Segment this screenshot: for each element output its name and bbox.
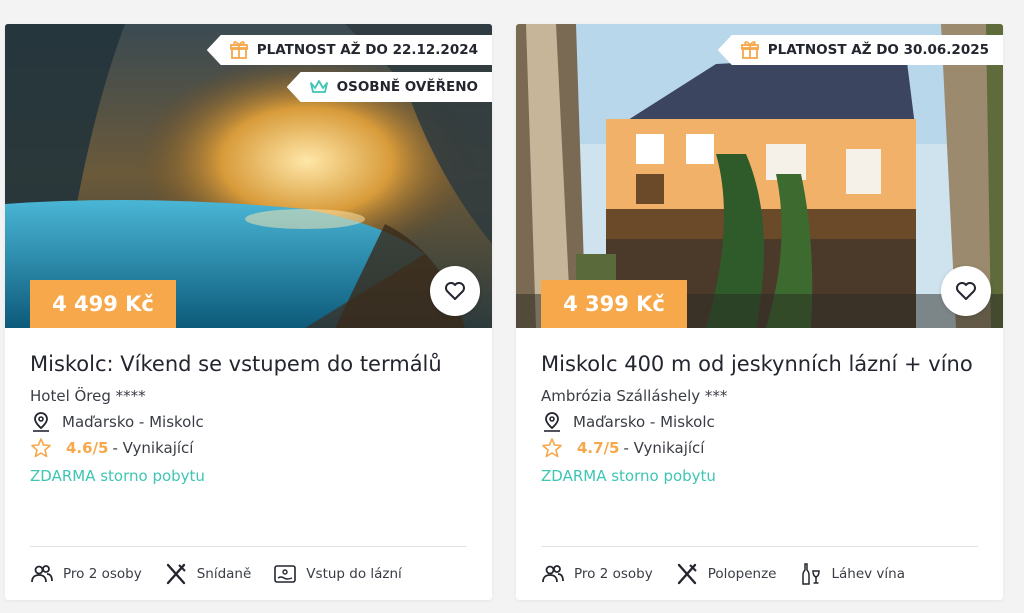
offers-grid: PLATNOST AŽ DO 22.12.2024 OSOBNĚ OVĚŘENO…	[0, 0, 1024, 613]
feature-label: Snídaně	[196, 565, 252, 582]
location-text: Maďarsko - Miskolc	[62, 413, 204, 431]
crown-icon	[309, 77, 329, 97]
rating-row: 4.6/5 - Vynikající	[30, 437, 467, 459]
free-cancellation: ZDARMA storno pobytu	[30, 467, 205, 485]
spa-entry-icon	[273, 562, 297, 586]
map-pin-icon	[30, 411, 52, 433]
star-icon	[541, 437, 563, 459]
gift-icon	[229, 40, 249, 60]
offer-title[interactable]: Miskolc 400 m od jeskynních lázní + víno	[541, 348, 978, 380]
cutlery-icon	[675, 562, 699, 586]
location-text: Maďarsko - Miskolc	[573, 413, 715, 431]
rating-value: 4.6/5	[66, 439, 109, 457]
price-badge: 4 399 Kč	[541, 280, 687, 328]
feature-label: Pro 2 osoby	[63, 565, 142, 582]
free-cancellation: ZDARMA storno pobytu	[541, 467, 716, 485]
feature-label: Polopenze	[707, 565, 777, 582]
feature-item: Snídaně	[164, 562, 252, 586]
validity-text: PLATNOST AŽ DO 22.12.2024	[256, 42, 478, 58]
hotel-name: Hotel Öreg ****	[30, 387, 146, 405]
feature-item: Pro 2 osoby	[541, 562, 653, 586]
feature-label: Láhev vína	[831, 565, 905, 582]
features-bar: Pro 2 osoby Snídaně Vstup do lázní	[30, 546, 467, 600]
heart-icon	[445, 282, 465, 300]
rating-label: - Vynikající	[623, 439, 705, 457]
wine-bottle-icon	[798, 562, 822, 586]
location-row: Maďarsko - Miskolc	[541, 411, 978, 433]
offer-title[interactable]: Miskolc: Víkend se vstupem do termálů	[30, 348, 467, 380]
hotel-name: Ambrózia Szálláshely ***	[541, 387, 728, 405]
rating-row: 4.7/5 - Vynikající	[541, 437, 978, 459]
gift-icon	[740, 40, 760, 60]
rating-value: 4.7/5	[577, 439, 620, 457]
validity-tag: PLATNOST AŽ DO 22.12.2024	[206, 35, 492, 65]
people-icon	[30, 562, 54, 586]
price-badge: 4 499 Kč	[30, 280, 176, 328]
location-row: Maďarsko - Miskolc	[30, 411, 467, 433]
feature-item: Pro 2 osoby	[30, 562, 142, 586]
verified-text: OSOBNĚ OVĚŘENO	[336, 79, 478, 95]
feature-item: Láhev vína	[798, 562, 905, 586]
verified-tag: OSOBNĚ OVĚŘENO	[286, 72, 492, 102]
validity-text: PLATNOST AŽ DO 30.06.2025	[767, 42, 989, 58]
map-pin-icon	[541, 411, 563, 433]
feature-item: Vstup do lázní	[273, 562, 402, 586]
validity-tag: PLATNOST AŽ DO 30.06.2025	[717, 35, 1003, 65]
favorite-button[interactable]	[430, 266, 480, 316]
offer-image[interactable]: PLATNOST AŽ DO 22.12.2024 OSOBNĚ OVĚŘENO…	[5, 24, 492, 328]
feature-label: Pro 2 osoby	[574, 565, 653, 582]
people-icon	[541, 562, 565, 586]
feature-item: Polopenze	[675, 562, 777, 586]
star-icon	[30, 437, 52, 459]
features-bar: Pro 2 osoby Polopenze Láhev vína	[541, 546, 978, 600]
offer-image[interactable]: PLATNOST AŽ DO 30.06.2025 4 399 Kč	[516, 24, 1003, 328]
offer-card[interactable]: PLATNOST AŽ DO 22.12.2024 OSOBNĚ OVĚŘENO…	[5, 24, 492, 600]
heart-icon	[956, 282, 976, 300]
cutlery-icon	[164, 562, 188, 586]
rating-label: - Vynikající	[112, 439, 194, 457]
favorite-button[interactable]	[941, 266, 991, 316]
offer-card[interactable]: PLATNOST AŽ DO 30.06.2025 4 399 Kč Misko…	[516, 24, 1003, 600]
feature-label: Vstup do lázní	[306, 565, 402, 582]
